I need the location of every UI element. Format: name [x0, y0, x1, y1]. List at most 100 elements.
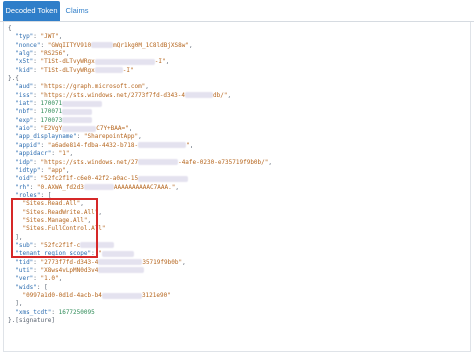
token-text: "E2VgY — [40, 125, 63, 133]
token-text: 1677250095 — [58, 308, 95, 316]
token-text: 170071 — [40, 100, 63, 108]
token-text: : — [33, 258, 41, 266]
token-text: -I" — [122, 66, 134, 74]
token-text: "2773f7fd-d343-4 — [40, 258, 99, 266]
token-text: : — [51, 308, 59, 316]
token-text: { — [8, 25, 12, 32]
tab-claims[interactable]: Claims — [60, 1, 94, 21]
token-text: "iat" — [15, 100, 34, 108]
token-text: "typ" — [15, 33, 34, 41]
token-text: : — [33, 91, 41, 99]
token-line: "oid": "52fc2f1f-c6e0-42f2-a0ac-15 — [8, 175, 458, 183]
token-line: "appid": "a6ade814-fdba-4432-b718- ", — [8, 142, 458, 150]
token-line: "x5t": "T1St-dLTvyWRgx -I", — [8, 58, 458, 66]
token-text: "app" — [47, 166, 66, 174]
redacted-value — [98, 267, 145, 274]
token-text: "T1St-dLTvyWRgx — [40, 58, 95, 66]
token-line: "tid": "2773f7fd-d343-4 35719f9b0b", — [8, 259, 458, 267]
redacted-value — [98, 259, 143, 266]
token-line: "iss": "https://sts.windows.net/2773f7fd… — [8, 92, 458, 100]
token-line: "iat": 170071 — [8, 100, 458, 108]
token-text: : — [33, 33, 41, 41]
token-text: : [ — [36, 283, 48, 291]
token-text: , — [69, 150, 74, 158]
token-line: "exp": 170073 — [8, 117, 458, 125]
token-text: "tid" — [15, 258, 34, 266]
redacted-value — [91, 42, 114, 49]
token-text: "0.AXWA_fd2d3 — [36, 183, 84, 191]
token-text: : — [40, 166, 48, 174]
redacted-value — [138, 175, 189, 182]
token-text: -I" — [154, 58, 166, 66]
token-text: : — [33, 266, 41, 274]
token-line: "alg": "RS256", — [8, 50, 458, 58]
token-line: }.{ — [8, 75, 458, 83]
token-text: "1.0" — [40, 275, 59, 283]
redacted-value — [83, 184, 114, 191]
token-text: "rh" — [15, 183, 30, 191]
token-text: "app_displayname" — [15, 133, 77, 141]
token-text: , — [188, 41, 193, 49]
redacted-value — [138, 159, 179, 165]
token-text: : — [33, 275, 41, 283]
token-line: "idtyp": "app", — [8, 167, 458, 175]
redacted-value — [101, 292, 142, 299]
token-text: "https://sts.windows.net/27 — [40, 158, 139, 166]
tab-decoded-token[interactable]: Decoded Token — [3, 1, 60, 21]
token-line: }.[signature] — [8, 317, 458, 325]
token-text: : — [33, 83, 41, 91]
token-line: "nbf": 170071 — [8, 108, 458, 116]
token-text: : — [33, 100, 41, 108]
token-text: 170073 — [40, 116, 63, 124]
token-text: "https://sts.windows.net/2773f7fd-d343-4 — [40, 91, 186, 99]
token-text: , — [58, 33, 63, 41]
token-line: "typ": "JWT", — [8, 33, 458, 41]
token-text: AAAAAAAAAAC7AAA." — [113, 183, 176, 191]
token-line: "aio": "E2VgY C7Y+BAA=", — [8, 125, 458, 133]
token-text: "ver" — [15, 275, 34, 283]
token-text: : — [33, 66, 41, 74]
token-text: , — [138, 133, 142, 141]
token-text: "idtyp" — [15, 166, 41, 174]
token-text: "uti" — [15, 266, 34, 274]
token-text: , — [65, 50, 70, 58]
redacted-value — [185, 92, 214, 99]
redacted-value — [138, 142, 187, 149]
token-text: , — [189, 141, 194, 149]
token-text: "wids" — [15, 283, 37, 291]
token-text: , — [268, 158, 273, 166]
token-line: "uti": "X8ws4vLpMN0d3v4 — [8, 267, 458, 275]
token-text: : — [33, 108, 41, 116]
token-line: "app_displayname": "SharepointApp", — [8, 133, 458, 141]
token-text: "oid" — [15, 175, 34, 183]
token-text: : — [40, 141, 48, 149]
token-line: "rh": "0.AXWA_fd2d3 AAAAAAAAAAC7AAA.", — [8, 184, 458, 192]
token-line: "idp": "https://sts.windows.net/27 -4afe-… — [8, 159, 458, 167]
token-text: "alg" — [15, 50, 34, 58]
token-text: "GWqIITYV910 — [47, 41, 92, 49]
token-line: "0997a1d0-0d1d-4acb-b4 3121e90" — [8, 292, 458, 300]
token-text: , — [165, 58, 170, 66]
token-text: "T1St-dLTvyWRgx — [40, 66, 95, 74]
token-text: "exp" — [15, 116, 34, 124]
token-line: "nonce": "GWqIITYV910 mQr1kg0M_1C8ldBjXS8… — [8, 42, 458, 50]
token-text: , — [182, 258, 186, 266]
token-text: "X8ws4vLpMN0d3v4 — [40, 266, 99, 274]
token-text: 170071 — [40, 108, 63, 116]
token-text: "iss" — [15, 91, 34, 99]
token-line: "wids": [ — [8, 284, 458, 292]
token-text: : — [33, 175, 41, 183]
token-text: "RS256" — [40, 50, 66, 58]
tab-bar: Decoded Token Claims — [0, 0, 474, 22]
token-text: : — [29, 183, 37, 191]
token-text: "a6ade814-fdba-4432-b718- — [47, 141, 139, 149]
token-text: "kid" — [15, 66, 34, 74]
token-text: "1" — [58, 150, 70, 158]
token-line: "xms_tcdt": 1677250095 — [8, 309, 458, 317]
token-text: : — [33, 50, 41, 58]
token-text: : — [33, 116, 41, 124]
token-text: "x5t" — [15, 58, 34, 66]
token-text: "52fc2f1f-c6e0-42f2-a0ac-15 — [40, 175, 139, 183]
token-text: , — [145, 83, 149, 91]
